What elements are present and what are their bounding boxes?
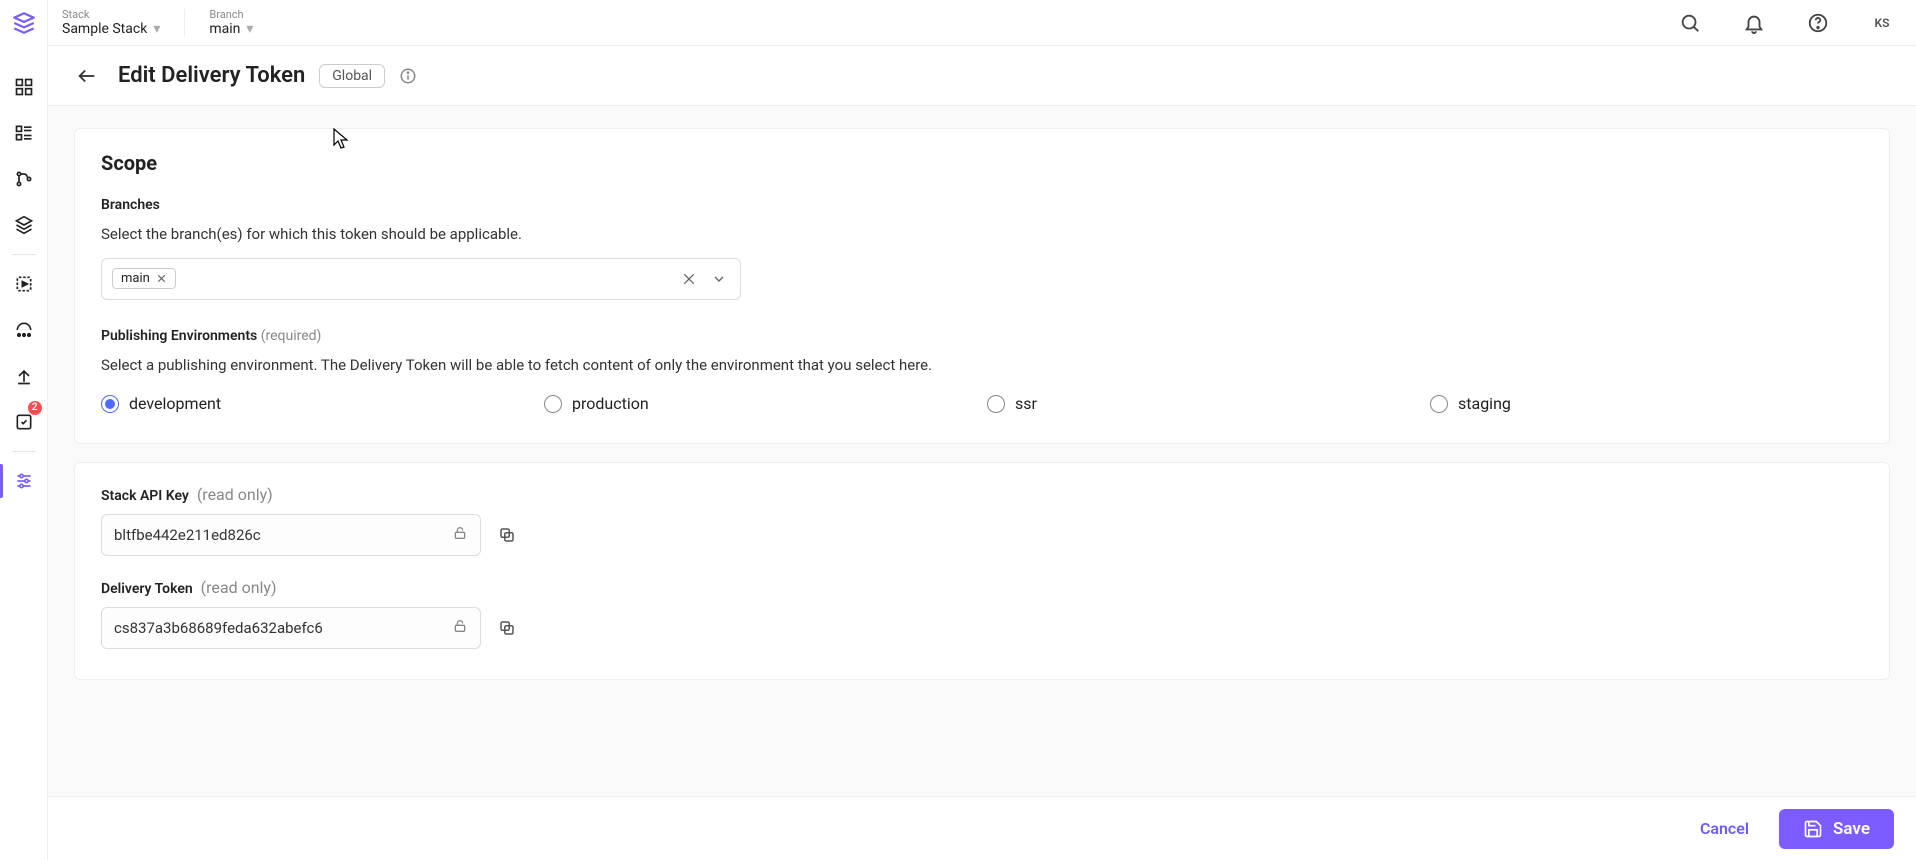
branch-chip: main bbox=[112, 268, 176, 289]
api-key-value: bltfbe442e211ed826c bbox=[114, 526, 261, 544]
cancel-button[interactable]: Cancel bbox=[1688, 811, 1761, 846]
env-help: Select a publishing environment. The Del… bbox=[101, 354, 1863, 377]
radio-label: staging bbox=[1458, 394, 1511, 413]
caret-down-icon: ▾ bbox=[246, 21, 253, 37]
caret-down-icon: ▾ bbox=[153, 21, 160, 37]
notifications-button[interactable] bbox=[1734, 3, 1774, 43]
search-button[interactable] bbox=[1670, 3, 1710, 43]
env-radio-development[interactable]: development bbox=[101, 394, 534, 413]
rail-releases[interactable] bbox=[0, 261, 48, 307]
app-logo-icon bbox=[11, 10, 37, 36]
rail-branches[interactable] bbox=[0, 156, 48, 202]
env-radio-ssr[interactable]: ssr bbox=[987, 394, 1420, 413]
api-key-field: bltfbe442e211ed826c bbox=[101, 514, 481, 556]
radio-label: production bbox=[572, 394, 649, 413]
radio-icon bbox=[987, 395, 1005, 413]
rail-publish[interactable] bbox=[0, 307, 48, 353]
token-label: Delivery Token bbox=[101, 581, 193, 597]
lock-icon bbox=[452, 618, 468, 638]
stack-selector[interactable]: Stack Sample Stack ▾ bbox=[62, 8, 160, 37]
branches-label: Branches bbox=[101, 197, 1863, 213]
user-avatar[interactable]: KS bbox=[1862, 3, 1902, 43]
api-key-note: (read only) bbox=[197, 485, 273, 504]
copy-api-key-button[interactable] bbox=[495, 523, 519, 547]
save-button[interactable]: Save bbox=[1779, 809, 1894, 849]
lock-icon bbox=[452, 525, 468, 545]
rail-settings[interactable] bbox=[0, 458, 48, 504]
dropdown-toggle-icon[interactable] bbox=[708, 271, 730, 287]
env-radio-staging[interactable]: staging bbox=[1430, 394, 1863, 413]
token-field: cs837a3b68689feda632abefc6 bbox=[101, 607, 481, 649]
back-button[interactable] bbox=[70, 59, 104, 93]
clear-all-icon[interactable] bbox=[678, 271, 700, 287]
tasks-badge: 2 bbox=[28, 401, 42, 415]
env-radio-production[interactable]: production bbox=[544, 394, 977, 413]
copy-token-button[interactable] bbox=[495, 616, 519, 640]
branch-label: Branch bbox=[209, 8, 253, 21]
rail-tasks[interactable]: 2 bbox=[0, 399, 48, 445]
radio-icon bbox=[1430, 395, 1448, 413]
branch-chip-label: main bbox=[121, 271, 150, 286]
rail-upload[interactable] bbox=[0, 353, 48, 399]
radio-icon bbox=[101, 395, 119, 413]
radio-label: ssr bbox=[1015, 394, 1037, 413]
branch-selector[interactable]: Branch main ▾ bbox=[209, 8, 253, 37]
info-icon[interactable] bbox=[399, 67, 417, 85]
chip-remove-icon[interactable] bbox=[156, 273, 167, 284]
help-button[interactable] bbox=[1798, 3, 1838, 43]
stack-label: Stack bbox=[62, 8, 160, 21]
radio-icon bbox=[544, 395, 562, 413]
left-nav-rail: 2 bbox=[0, 0, 48, 860]
page-header: Edit Delivery Token Global bbox=[48, 46, 1916, 106]
branches-help: Select the branch(es) for which this tok… bbox=[101, 223, 1863, 246]
content-scroll[interactable]: Scope Branches Select the branch(es) for… bbox=[48, 106, 1916, 796]
token-value: cs837a3b68689feda632abefc6 bbox=[114, 619, 323, 637]
page-title: Edit Delivery Token bbox=[118, 63, 305, 88]
save-button-label: Save bbox=[1833, 819, 1870, 839]
branches-multiselect[interactable]: main bbox=[101, 258, 741, 300]
radio-label: development bbox=[129, 394, 221, 413]
topbar: Stack Sample Stack ▾ Branch main ▾ KS bbox=[48, 0, 1916, 46]
rail-dashboard[interactable] bbox=[0, 64, 48, 110]
api-key-label: Stack API Key bbox=[101, 488, 189, 504]
save-icon bbox=[1803, 819, 1823, 839]
footer: Cancel Save bbox=[48, 796, 1916, 860]
token-note: (read only) bbox=[201, 578, 277, 597]
rail-assets[interactable] bbox=[0, 202, 48, 248]
stack-value: Sample Stack bbox=[62, 21, 147, 37]
scope-title: Scope bbox=[101, 151, 1863, 175]
env-label: Publishing Environments (required) bbox=[101, 328, 1863, 344]
rail-entries[interactable] bbox=[0, 110, 48, 156]
keys-card: Stack API Key (read only) bltfbe442e211e… bbox=[74, 462, 1890, 680]
branch-value: main bbox=[209, 21, 240, 37]
scope-card: Scope Branches Select the branch(es) for… bbox=[74, 128, 1890, 444]
env-radio-group: development production ssr staging bbox=[101, 394, 1863, 413]
scope-pill: Global bbox=[319, 64, 385, 88]
